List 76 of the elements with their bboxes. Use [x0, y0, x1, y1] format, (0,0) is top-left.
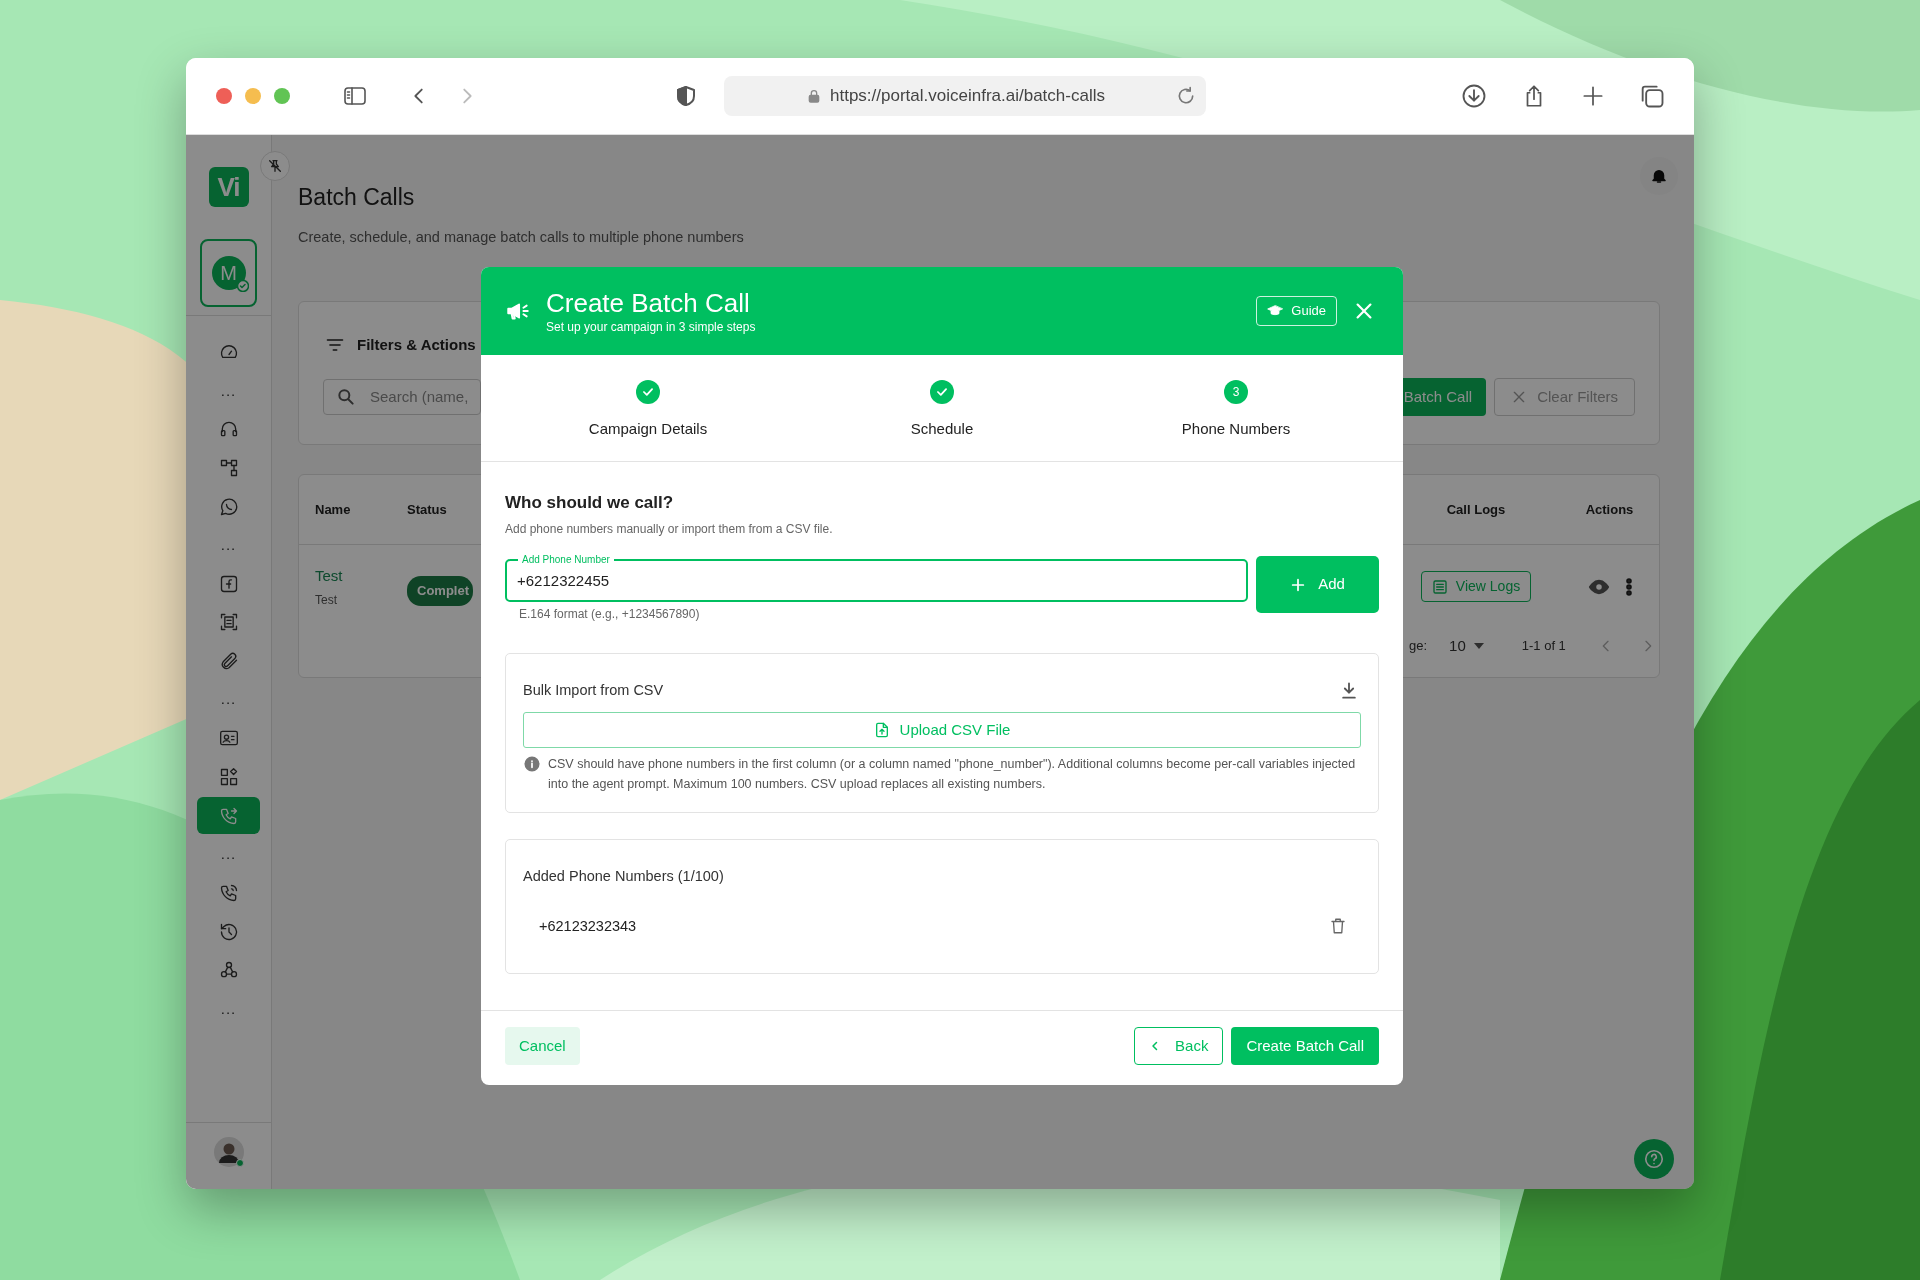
back-button[interactable]: Back	[1134, 1027, 1224, 1066]
rows-per-page-label: ge:	[1409, 637, 1428, 655]
page-title: Batch Calls	[298, 183, 416, 212]
shield-icon[interactable]	[674, 84, 698, 108]
close-icon	[1353, 300, 1375, 322]
section-hint: Add phone numbers manually or import them from a CSV file.	[505, 521, 834, 538]
phone-number-field[interactable]: Add Phone Number +6212322455	[505, 554, 1248, 602]
widgets-icon	[218, 766, 239, 787]
view-logs-button[interactable]: View Logs	[1420, 571, 1532, 603]
history-icon	[218, 921, 239, 942]
phone-number: +62123232343	[539, 916, 637, 936]
clear-filters-button[interactable]: Clear Filters	[1494, 377, 1635, 416]
account-card[interactable]: M	[200, 239, 257, 307]
plus-icon	[1290, 576, 1307, 593]
rows-per-page-select[interactable]: 10	[1449, 634, 1484, 657]
column-header: Status	[407, 500, 448, 519]
batch-description: Test	[315, 592, 338, 609]
logo: Vi	[208, 167, 249, 207]
info-note: CSV should have phone numbers in the first column (or a column named "phone_number"). Additional columns become per-call variables injected into the agent prompt. Maximum 100 numbers. CSV upload replaces all existing numbers.	[548, 755, 1357, 793]
guide-button[interactable]: Guide	[1256, 296, 1337, 326]
upload-csv-button[interactable]: Upload CSV File	[523, 711, 1361, 748]
file-upload-icon	[873, 720, 890, 739]
download-icon[interactable]	[1460, 82, 1488, 110]
more-indicator: ...	[220, 380, 237, 401]
field-helper-text: E.164 format (e.g., +1234567890)	[519, 606, 701, 623]
paperclip-icon	[218, 651, 239, 672]
more-options-icon[interactable]	[1625, 576, 1632, 597]
more-indicator: ...	[220, 998, 237, 1019]
card-title: Bulk Import from CSV	[523, 681, 664, 700]
phone-call-icon	[218, 883, 239, 903]
phone-forward-icon	[218, 805, 239, 826]
info-icon	[524, 755, 540, 772]
search-field[interactable]: Search (name,	[323, 378, 481, 415]
search-icon	[336, 386, 356, 407]
card-title: Added Phone Numbers (1/100)	[523, 866, 725, 886]
unpin-button[interactable]	[260, 151, 290, 181]
function-icon	[218, 573, 239, 594]
dialog-title: Create Batch Call	[546, 287, 751, 318]
more-indicator: ...	[220, 689, 237, 710]
dialog-subtitle: Set up your campaign in 3 simple steps	[546, 319, 756, 335]
section-heading: Who should we call?	[505, 492, 675, 514]
document-scan-icon	[218, 612, 239, 633]
cancel-button[interactable]: Cancel	[505, 1027, 580, 1066]
phone-number-input[interactable]: +6212322455	[517, 566, 1236, 594]
reload-icon[interactable]	[1176, 86, 1196, 106]
close-button[interactable]	[1353, 300, 1375, 322]
hierarchy-icon	[218, 458, 239, 479]
more-indicator: ...	[220, 844, 237, 865]
pin-off-icon	[267, 158, 283, 174]
column-header: Actions	[1584, 500, 1635, 519]
add-button[interactable]: Add	[1256, 556, 1379, 613]
page-range: 1-1 of 1	[1521, 637, 1566, 655]
list-icon	[1431, 578, 1448, 595]
status-badge: Complet	[407, 576, 473, 606]
bell-icon	[1650, 167, 1668, 185]
lock-icon	[806, 87, 822, 105]
verified-badge-icon	[236, 280, 249, 292]
filters-title: Filters & Actions	[357, 334, 476, 355]
chat-bubble-icon	[218, 496, 239, 517]
step-label: Campaign Details	[588, 419, 708, 439]
page-subtitle: Create, schedule, and manage batch calls to multiple phone numbers	[298, 228, 745, 247]
field-label: Add Phone Number	[521, 554, 611, 566]
more-indicator: ...	[220, 534, 237, 555]
create-batch-call-button[interactable]: Create Batch Call	[1231, 1027, 1379, 1066]
column-header: Name	[314, 500, 352, 519]
step-label: Phone Numbers	[1181, 419, 1291, 439]
avatar: M	[211, 256, 246, 290]
help-icon	[1643, 1148, 1665, 1170]
batch-name-link[interactable]: Test	[315, 564, 407, 587]
step-number: 3	[1224, 380, 1248, 404]
download-icon[interactable]	[1339, 680, 1359, 701]
user-avatar[interactable]	[213, 1137, 244, 1167]
column-header: Call Logs	[1445, 500, 1507, 519]
step-label: Schedule	[910, 419, 974, 439]
window-close-control[interactable]	[216, 88, 232, 104]
caret-down-icon	[1473, 642, 1484, 649]
